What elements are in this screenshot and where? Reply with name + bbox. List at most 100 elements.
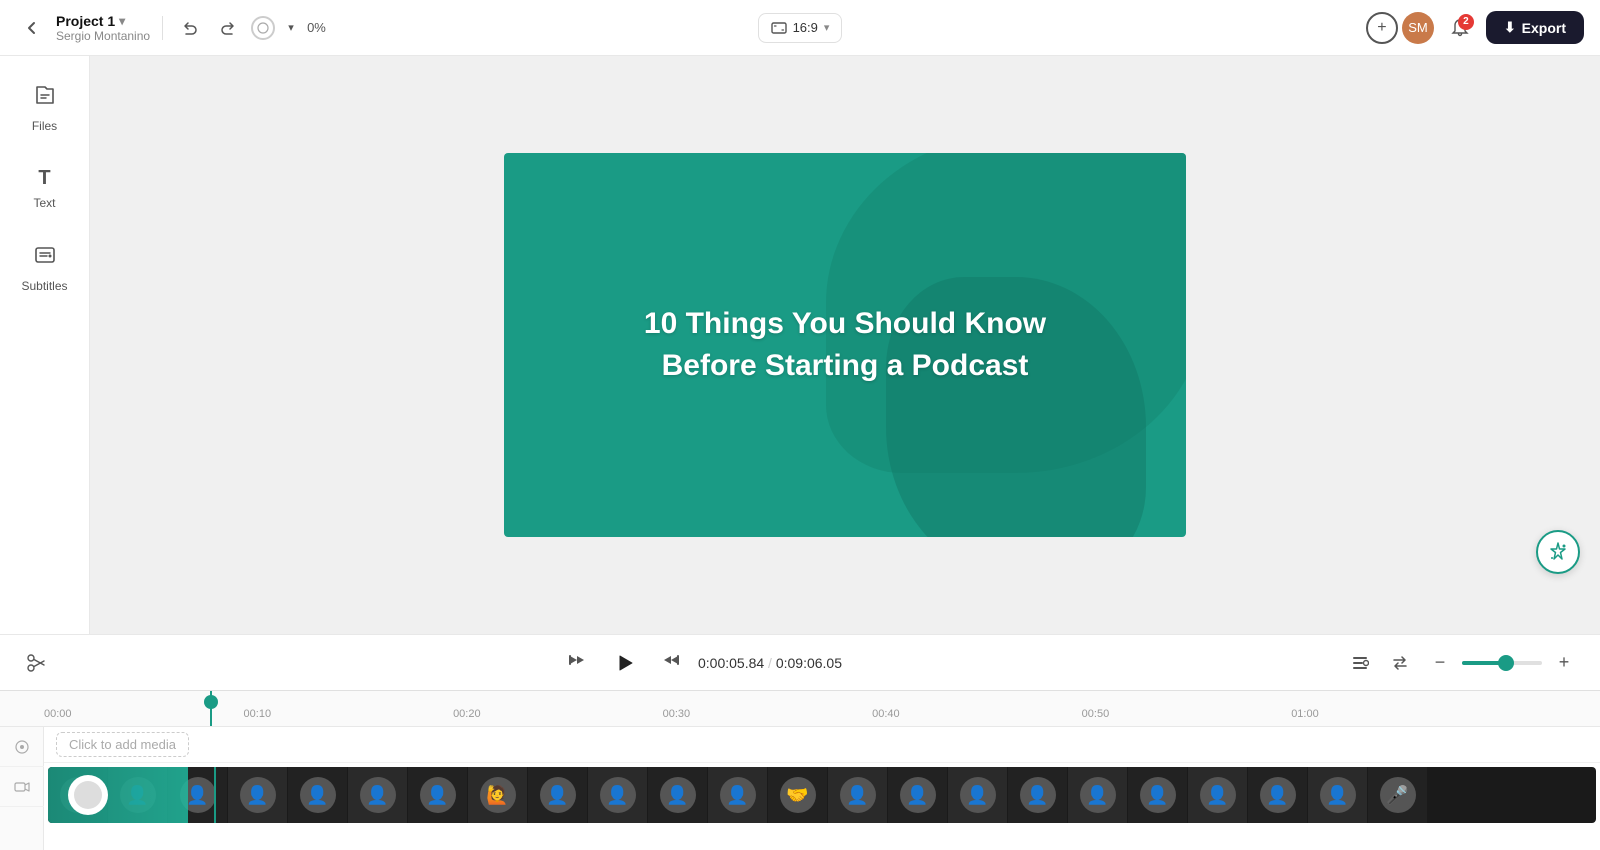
avatar: SM xyxy=(1402,12,1434,44)
project-name: Project 1 ▾ xyxy=(56,13,150,29)
video-track-wrapper: 👤 👤 👤 👤 👤 👤 👤 🙋 👤 👤 👤 👤 🤝 👤 xyxy=(44,767,1600,823)
text-icon: T xyxy=(38,167,50,190)
timeline-tools: − + xyxy=(1344,647,1580,679)
notification-button[interactable]: 2 xyxy=(1444,12,1476,44)
aspect-chevron-icon: ▾ xyxy=(824,21,830,34)
ruler-mark-2: 00:20 xyxy=(453,708,481,720)
timeline-settings-button[interactable] xyxy=(1344,647,1376,679)
sidebar-item-files[interactable]: Files xyxy=(9,72,81,144)
thumb-13: 🤝 xyxy=(768,767,828,823)
files-icon xyxy=(33,83,57,113)
track-icon-video xyxy=(0,767,44,807)
sidebar-item-subtitles[interactable]: Subtitles xyxy=(9,232,81,304)
bottom-controls: 0:00:05.84 / 0:09:06.05 − + xyxy=(0,634,1600,690)
zoom-slider-area: − + xyxy=(1424,647,1580,679)
timeline-swap-button[interactable] xyxy=(1384,647,1416,679)
zoom-slider-thumb[interactable] xyxy=(1498,655,1514,671)
subtitles-icon xyxy=(33,243,57,273)
topbar-divider xyxy=(162,16,163,40)
zoom-slider[interactable] xyxy=(1462,661,1542,665)
ruler-mark-1: 00:10 xyxy=(244,708,272,720)
export-button[interactable]: ⬇ Export xyxy=(1486,11,1584,44)
total-time: 0:09:06.05 xyxy=(776,655,842,671)
playback-controls: 0:00:05.84 / 0:09:06.05 xyxy=(566,643,842,683)
thumb-14: 👤 xyxy=(828,767,888,823)
ruler-mark-3: 00:30 xyxy=(663,708,691,720)
ruler-playhead xyxy=(210,691,212,726)
add-media-button[interactable]: Click to add media xyxy=(56,732,189,757)
aspect-ratio-button[interactable]: 16:9 ▾ xyxy=(758,13,843,43)
ruler-playhead-dot xyxy=(204,695,218,709)
timeline-left-panel xyxy=(0,727,44,850)
magic-button[interactable] xyxy=(1536,530,1580,574)
zoom-area: ▾ 0% xyxy=(251,16,326,40)
sidebar-text-label: Text xyxy=(33,196,55,210)
back-button[interactable] xyxy=(16,12,48,44)
timeline-ruler: 00:00 00:10 00:20 00:30 00:40 00:50 01:0… xyxy=(0,691,1600,727)
redo-button[interactable] xyxy=(211,12,243,44)
export-icon: ⬇ xyxy=(1504,19,1516,36)
thumb-11: 👤 xyxy=(648,767,708,823)
sidebar-item-text[interactable]: T Text xyxy=(9,152,81,224)
sidebar: Files T Text Subtitles xyxy=(0,56,90,634)
track-playhead xyxy=(214,767,216,823)
play-button[interactable] xyxy=(604,643,644,683)
timeline-tracks: Click to add media 👤 👤 👤 xyxy=(44,727,1600,850)
main-area: Files T Text Subtitles 10 Things You Sho… xyxy=(0,56,1600,634)
export-label: Export xyxy=(1522,20,1566,36)
thumb-9: 👤 xyxy=(528,767,588,823)
undo-redo-group xyxy=(175,12,243,44)
video-preview: 10 Things You Should Know Before Startin… xyxy=(504,153,1186,537)
cut-button[interactable] xyxy=(20,647,52,679)
thumb-18: 👤 xyxy=(1068,767,1128,823)
timeline-body: Click to add media 👤 👤 👤 xyxy=(0,727,1600,850)
ruler-mark-0: 00:00 xyxy=(44,708,72,720)
project-chevron-icon[interactable]: ▾ xyxy=(119,14,125,28)
add-collaborator-button[interactable]: + xyxy=(1366,12,1398,44)
notification-badge: 2 xyxy=(1458,14,1474,30)
topbar: Project 1 ▾ Sergio Montanino xyxy=(0,0,1600,56)
thumb-19: 👤 xyxy=(1128,767,1188,823)
topbar-right: + SM 2 ⬇ Export xyxy=(1069,11,1584,44)
time-separator: / xyxy=(768,655,776,671)
thumb-5: 👤 xyxy=(288,767,348,823)
project-user: Sergio Montanino xyxy=(56,29,150,43)
zoom-chevron-icon: ▾ xyxy=(288,21,294,34)
video-thumbnails-strip: 👤 👤 👤 👤 👤 👤 👤 🙋 👤 👤 👤 👤 🤝 👤 xyxy=(48,767,1596,823)
forward-button[interactable] xyxy=(660,649,682,676)
ruler-mark-6: 01:00 xyxy=(1291,708,1319,720)
thumb-23: 🎤 xyxy=(1368,767,1428,823)
thumb-15: 👤 xyxy=(888,767,948,823)
thumb-20: 👤 xyxy=(1188,767,1248,823)
project-info: Project 1 ▾ Sergio Montanino xyxy=(56,13,150,43)
thumb-21: 👤 xyxy=(1248,767,1308,823)
topbar-center: 16:9 ▾ xyxy=(543,13,1058,43)
rewind-button[interactable] xyxy=(566,649,588,676)
thumb-7: 👤 xyxy=(408,767,468,823)
zoom-dropdown-button[interactable]: ▾ xyxy=(281,18,301,38)
cut-tool-area xyxy=(20,647,64,679)
track-logo-circle xyxy=(68,775,108,815)
add-user-area: + SM xyxy=(1366,12,1434,44)
time-display: 0:00:05.84 / 0:09:06.05 xyxy=(698,655,842,671)
preview-title: 10 Things You Should Know Before Startin… xyxy=(584,303,1106,387)
sidebar-files-label: Files xyxy=(32,119,57,133)
add-media-row: Click to add media xyxy=(44,727,1600,763)
thumb-17: 👤 xyxy=(1008,767,1068,823)
zoom-out-button[interactable]: − xyxy=(1424,647,1456,679)
track-icon-audio xyxy=(0,727,44,767)
undo-button[interactable] xyxy=(175,12,207,44)
canvas-area: 10 Things You Should Know Before Startin… xyxy=(90,56,1600,634)
zoom-value: 0% xyxy=(307,20,326,35)
ruler-mark-5: 00:50 xyxy=(1082,708,1110,720)
zoom-in-button[interactable]: + xyxy=(1548,647,1580,679)
thumb-8: 🙋 xyxy=(468,767,528,823)
thumb-16: 👤 xyxy=(948,767,1008,823)
current-time: 0:00:05.84 xyxy=(698,655,764,671)
thumb-4: 👤 xyxy=(228,767,288,823)
timeline-section: 00:00 00:10 00:20 00:30 00:40 00:50 01:0… xyxy=(0,690,1600,850)
thumb-12: 👤 xyxy=(708,767,768,823)
sidebar-subtitles-label: Subtitles xyxy=(21,279,67,293)
zoom-circle-icon xyxy=(251,16,275,40)
video-track[interactable]: 👤 👤 👤 👤 👤 👤 👤 🙋 👤 👤 👤 👤 🤝 👤 xyxy=(48,767,1596,823)
